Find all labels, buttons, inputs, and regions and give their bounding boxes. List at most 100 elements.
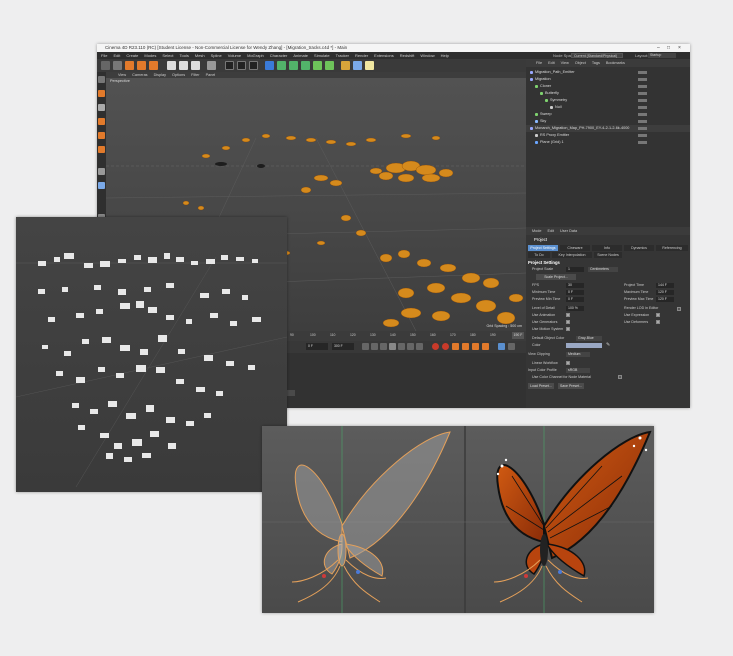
viewport-menu-filter[interactable]: Filter [191,73,199,77]
subdivision-icon[interactable] [289,61,298,70]
object-row[interactable]: Null [526,104,690,111]
input-color-profile-dropdown[interactable]: sRGB [566,368,590,373]
butterfly-comparison-viewport[interactable] [262,426,654,613]
render-picture-viewer-icon[interactable] [237,61,246,70]
viewport-menu-display[interactable]: Display [154,73,166,77]
eyedropper-icon[interactable]: ✎ [606,342,610,348]
menu-modes[interactable]: Modes [144,52,156,59]
preview-max-field[interactable]: 120 F [656,297,674,302]
object-row[interactable]: Migration [526,76,690,83]
render-settings-icon[interactable] [249,61,258,70]
menu-help[interactable]: Help [441,52,449,59]
cloner-icon[interactable] [301,61,310,70]
tab-info[interactable]: Info [592,245,622,251]
visibility-flags[interactable] [638,120,647,123]
menu-edit[interactable]: Edit [113,52,120,59]
cube-icon[interactable] [265,61,274,70]
visibility-flags[interactable] [638,71,647,74]
maximize-button[interactable]: □ [667,44,670,52]
render-lod-checkbox[interactable] [677,307,681,311]
use-deformers-checkbox[interactable] [656,320,660,324]
object-row[interactable]: Plane (Grid) 1 [526,139,690,146]
rotation-key-icon[interactable] [482,343,489,350]
visibility-flags[interactable] [638,127,647,130]
fps-field[interactable]: 30 [566,283,584,288]
visibility-flags[interactable] [638,106,647,109]
viewport-menu-options[interactable]: Options [172,73,185,77]
viewport-menu-cameras[interactable]: Cameras [132,73,147,77]
object-row[interactable]: Migration_Path_Emitter [526,69,690,76]
layout-dropdown[interactable]: Startup [648,53,676,58]
scale-key-icon[interactable] [472,343,479,350]
pla-key-icon[interactable] [508,343,515,350]
visibility-flags[interactable] [638,113,647,116]
close-button[interactable]: × [678,44,681,52]
menu-spline[interactable]: Spline [211,52,222,59]
autokey-icon[interactable] [442,343,449,350]
menu-redshift[interactable]: Redshift [400,52,415,59]
om-menu-file[interactable]: File [536,61,542,65]
object-row[interactable]: Butterfly [526,90,690,97]
save-preset-button[interactable]: Save Preset... [558,383,584,389]
menu-character[interactable]: Character [270,52,288,59]
parameter-key-icon[interactable] [498,343,505,350]
pen-icon[interactable] [277,61,286,70]
next-frame-icon[interactable] [398,343,405,350]
viewport-menu-panel[interactable]: Panel [206,73,216,77]
point-cloud-viewport[interactable] [16,217,287,492]
enable-axis-icon[interactable] [98,168,105,175]
edges-mode-icon[interactable] [98,132,105,139]
object-row[interactable]: RS Proxy Emitter [526,132,690,139]
menu-mesh[interactable]: Mesh [195,52,205,59]
om-menu-view[interactable]: View [561,61,569,65]
max-frame-field[interactable]: 300 F [332,343,354,350]
go-to-start-icon[interactable] [362,343,369,350]
position-key-icon[interactable] [462,343,469,350]
visibility-flags[interactable] [638,134,647,137]
visibility-flags[interactable] [638,92,647,95]
points-mode-icon[interactable] [98,118,105,125]
menu-tools[interactable]: Tools [180,52,189,59]
light-icon[interactable] [365,61,374,70]
rotate-icon[interactable] [149,61,158,70]
visibility-flags[interactable] [638,78,647,81]
am-menu-user-data[interactable]: User Data [560,229,577,233]
menu-extensions[interactable]: Extensions [374,52,394,59]
min-frame-field[interactable]: 0 F [306,343,328,350]
use-motion-system-checkbox[interactable] [566,327,570,331]
tab-to-do[interactable]: To Do [528,252,550,258]
project-scale-field[interactable]: 1 [566,267,584,272]
menu-tracker[interactable]: Tracker [336,52,349,59]
menu-mograph[interactable]: MoGraph [247,52,264,59]
object-row[interactable]: Cloner [526,83,690,90]
record-icon[interactable] [432,343,439,350]
object-row[interactable]: Sky [526,118,690,125]
om-menu-bookmarks[interactable]: Bookmarks [606,61,625,65]
default-color-dropdown[interactable]: Gray-Blue [576,336,602,341]
use-animation-checkbox[interactable] [566,313,570,317]
tab-key-interpolation[interactable]: Key Interpolation [552,252,592,258]
model-mode-icon[interactable] [98,90,105,97]
move-icon[interactable] [125,61,134,70]
play-icon[interactable] [389,343,396,350]
view-clipping-dropdown[interactable]: Medium [566,352,590,357]
keyframe-selection-icon[interactable] [452,343,459,350]
floor-icon[interactable] [341,61,350,70]
prev-key-icon[interactable] [371,343,378,350]
menu-volume[interactable]: Volume [228,52,241,59]
object-row[interactable]: Sweep [526,111,690,118]
object-row[interactable]: Monarch_Migration_Map_PH-7900_EY-4-2-1-2… [526,125,690,132]
use-generators-checkbox[interactable] [566,320,570,324]
project-time-field[interactable]: 144 F [656,283,674,288]
menu-render[interactable]: Render [355,52,368,59]
minimize-button[interactable]: – [657,44,660,52]
node-space-dropdown[interactable]: Current (Standard/Physical) [571,53,623,58]
color-swatch[interactable] [566,343,602,348]
om-menu-tags[interactable]: Tags [592,61,600,65]
om-menu-edit[interactable]: Edit [548,61,555,65]
use-color-channel-checkbox[interactable] [618,375,622,379]
tab-scene-nodes[interactable]: Scene Nodes [594,252,622,258]
max-time-field[interactable]: 120 F [656,290,674,295]
coordinate-system-icon[interactable] [207,61,216,70]
next-key-icon[interactable] [407,343,414,350]
